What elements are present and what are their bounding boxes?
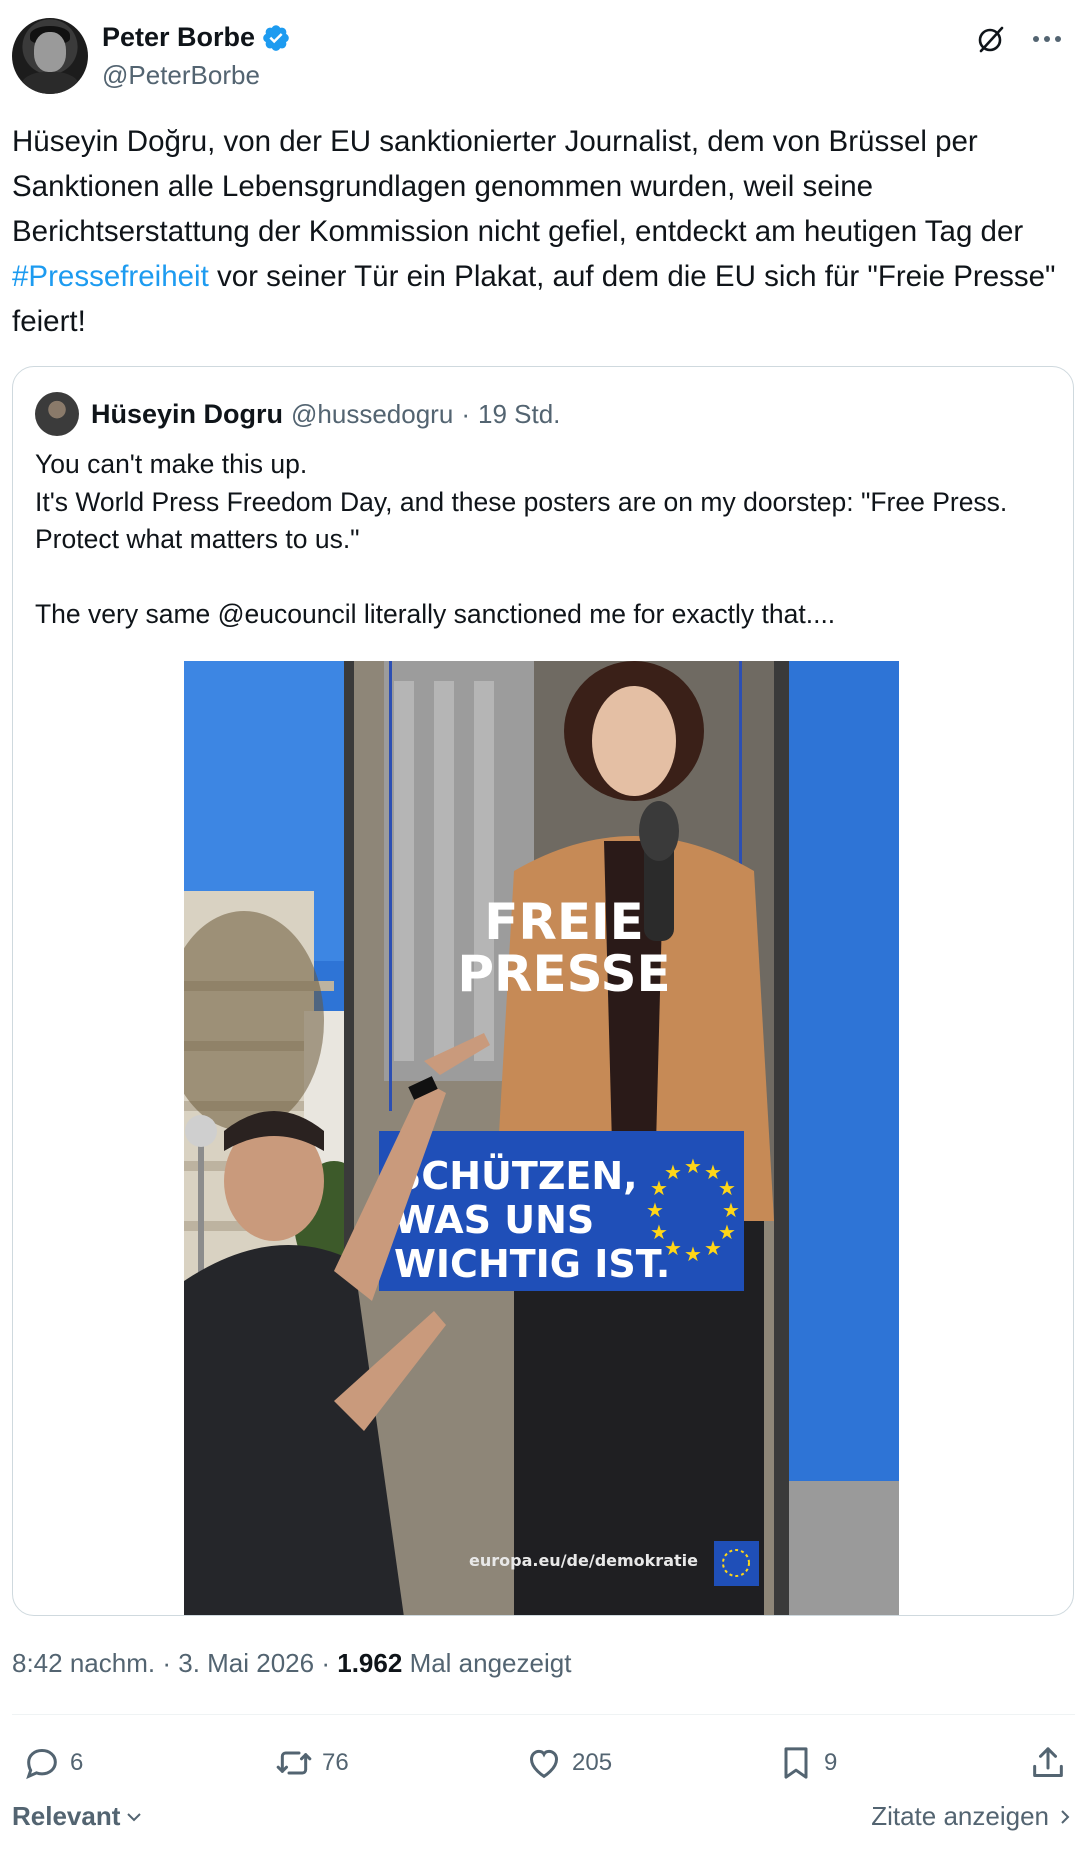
chevron-right-icon — [1061, 1809, 1070, 1824]
poster-banner-line-3: WICHTIG IST. — [394, 1242, 670, 1286]
tweet-date[interactable]: 3. Mai 2026 — [178, 1648, 314, 1678]
author-handle[interactable]: @PeterBorbe — [102, 60, 260, 91]
reply-button[interactable]: 6 — [22, 1735, 83, 1791]
more-options-icon[interactable] — [1030, 22, 1064, 56]
views-label: Mal angezeigt — [409, 1648, 572, 1678]
svg-text:★: ★ — [704, 1236, 722, 1260]
header-actions — [974, 22, 1064, 56]
view-quotes-link[interactable]: Zitate anzeigen — [871, 1801, 1075, 1832]
svg-text:★: ★ — [684, 1242, 702, 1266]
tweet-time[interactable]: 8:42 nachm. — [12, 1648, 155, 1678]
quoted-tweet[interactable]: Hüseyin Dogru @hussedogru · 19 Std. You … — [12, 366, 1074, 1616]
action-bar: 6 76 205 9 — [12, 1735, 1075, 1791]
grok-icon[interactable] — [974, 22, 1008, 56]
views-count: 1.962 — [337, 1648, 403, 1678]
quoted-separator: · — [461, 398, 470, 429]
tweet-text-part-1: Hüseyin Doğru, von der EU sanktionierter… — [12, 125, 1024, 248]
reply-icon — [26, 1748, 57, 1780]
quoted-line: It's World Press Freedom Day, and these … — [35, 486, 1008, 555]
svg-text:★: ★ — [718, 1176, 736, 1200]
author-display-name[interactable]: Peter Borbe — [102, 22, 255, 53]
quoted-display-name: Hüseyin Dogru — [91, 398, 284, 429]
share-icon — [1033, 1747, 1063, 1777]
tweet-text: Hüseyin Doğru, von der EU sanktionierter… — [12, 119, 1077, 344]
hashtag-link[interactable]: #Pressefreiheit — [12, 260, 209, 293]
poster-url: europa.eu/de/demokratie — [469, 1551, 698, 1570]
quoted-handle: @hussedogru — [291, 398, 454, 429]
poster-banner-line-2: WAS UNS — [394, 1198, 594, 1242]
heart-icon — [529, 1749, 559, 1779]
like-button[interactable]: 205 — [524, 1735, 612, 1791]
bookmark-button[interactable]: 9 — [776, 1735, 837, 1791]
repost-button[interactable]: 76 — [274, 1735, 349, 1791]
quoted-header: Hüseyin Dogru @hussedogru · 19 Std. — [35, 391, 560, 437]
meta-separator: · — [162, 1648, 171, 1678]
divider — [12, 1714, 1075, 1715]
quoted-time: 19 Std. — [477, 398, 561, 429]
svg-text:★: ★ — [684, 1154, 702, 1178]
bookmark-count: 9 — [824, 1749, 838, 1776]
reply-count: 6 — [70, 1749, 84, 1776]
svg-text:★: ★ — [664, 1160, 682, 1184]
poster-banner-line-1: SCHÜTZEN, — [394, 1154, 638, 1198]
svg-text:★: ★ — [646, 1198, 664, 1222]
author-name-row: Peter Borbe — [102, 22, 291, 53]
tweet-meta: 8:42 nachm. · 3. Mai 2026 · 1.962 Mal an… — [12, 1648, 571, 1679]
repost-count: 76 — [322, 1749, 349, 1776]
svg-text:★: ★ — [722, 1198, 740, 1222]
quoted-line: You can't make this up. — [35, 449, 308, 479]
author-avatar[interactable] — [12, 18, 88, 94]
bookmark-icon — [784, 1747, 808, 1779]
meta-separator: · — [321, 1648, 331, 1678]
poster-headline-1: FREIE — [484, 893, 644, 951]
tweet-header: Peter Borbe @PeterBorbe — [12, 18, 1072, 98]
sort-label: Relevant — [12, 1801, 121, 1831]
chevron-down-icon — [127, 1812, 142, 1821]
replies-footer: Relevant Zitate anzeigen — [12, 1801, 1075, 1841]
quoted-line: The very same @eucouncil literally sanct… — [35, 599, 836, 629]
quoted-photo[interactable]: FREIE PRESSE SCHÜTZEN, WAS UNS WICHTIG I… — [184, 661, 899, 1615]
quotes-label: Zitate anzeigen — [871, 1801, 1049, 1831]
share-button[interactable] — [1028, 1735, 1068, 1791]
poster-headline-2: PRESSE — [457, 945, 670, 1003]
quoted-text: You can't make this up. It's World Press… — [35, 446, 1045, 634]
verified-badge-icon — [263, 24, 289, 51]
svg-text:★: ★ — [650, 1220, 668, 1244]
like-count: 205 — [572, 1749, 613, 1776]
quoted-line — [35, 559, 1045, 597]
quoted-avatar — [35, 392, 79, 436]
sort-dropdown[interactable]: Relevant — [12, 1801, 144, 1832]
repost-icon — [276, 1751, 312, 1775]
